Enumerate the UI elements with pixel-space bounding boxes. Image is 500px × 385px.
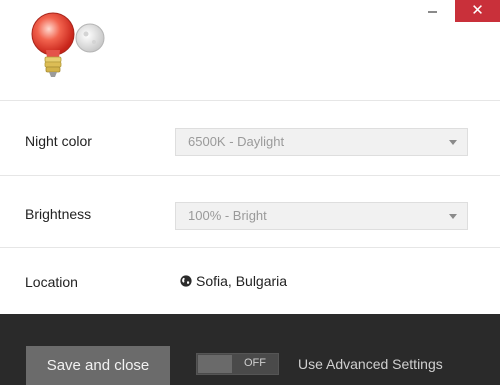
lightbulb-moon-logo-icon (31, 12, 105, 77)
globe-icon (180, 275, 192, 287)
toggle-knob (198, 355, 232, 373)
divider (0, 100, 500, 101)
night-color-label: Night color (25, 133, 92, 149)
save-and-close-button[interactable]: Save and close (26, 346, 170, 385)
night-color-select[interactable]: 6500K - Daylight (175, 128, 468, 156)
brightness-select[interactable]: 100% - Bright (175, 202, 468, 230)
minimize-icon (428, 11, 437, 13)
header: ✕ (0, 0, 500, 100)
toggle-state-label: OFF (244, 357, 266, 369)
app-window: ✕ Night color 6500K - Daylight Brightnes… (0, 0, 500, 385)
divider (0, 175, 500, 176)
advanced-settings-label[interactable]: Use Advanced Settings (298, 356, 443, 372)
chevron-down-icon (449, 214, 457, 219)
close-button[interactable]: ✕ (455, 0, 500, 22)
divider (0, 247, 500, 248)
location-text: Sofia, Bulgaria (196, 273, 288, 289)
location-label: Location (25, 274, 78, 290)
brightness-value: 100% - Bright (188, 208, 267, 223)
chevron-down-icon (449, 140, 457, 145)
footer-bar: Save and close OFF Use Advanced Settings (0, 314, 500, 385)
night-color-value: 6500K - Daylight (188, 134, 285, 149)
advanced-settings-toggle[interactable]: OFF (196, 353, 279, 375)
location-value[interactable]: Sofia, Bulgaria (180, 273, 287, 289)
minimize-button[interactable] (418, 0, 446, 22)
brightness-label: Brightness (25, 206, 92, 222)
